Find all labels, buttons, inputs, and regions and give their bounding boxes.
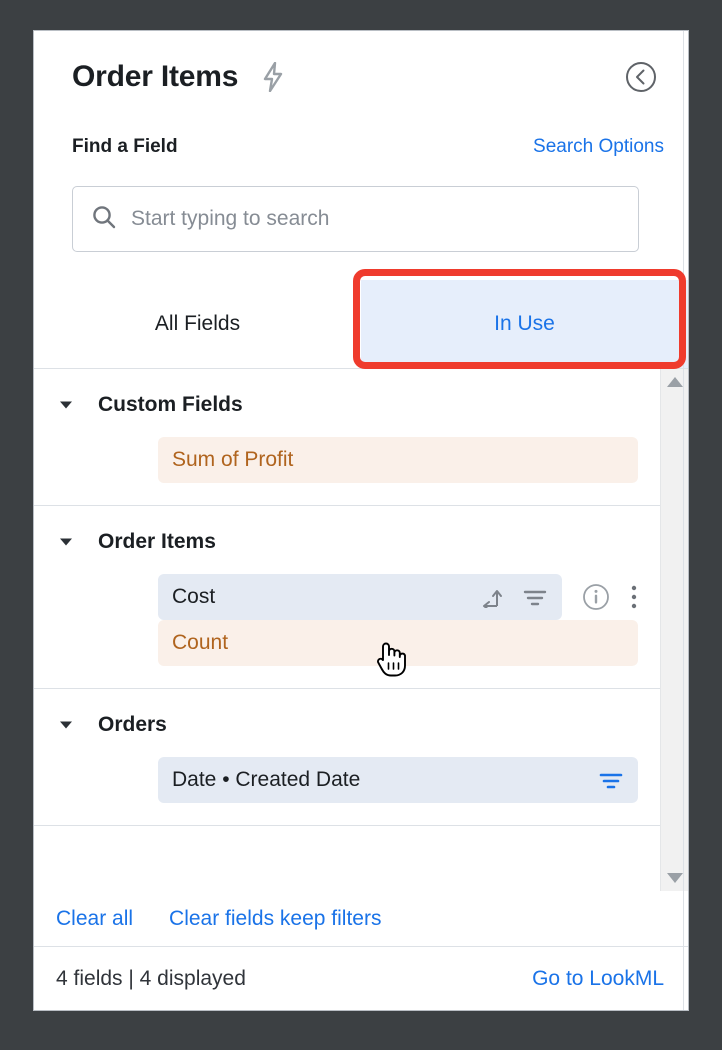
section-title: Custom Fields [98, 393, 243, 416]
clear-actions-bar: Clear all Clear fields keep filters [34, 891, 688, 947]
field-label: Date • Created Date [172, 768, 361, 791]
field-picker-panel: Order Items Find a Field Search Options [33, 30, 689, 1011]
search-container [34, 171, 688, 252]
field-section-order-items: Order Items Cost Count [34, 506, 660, 689]
clear-all-link[interactable]: Clear all [56, 907, 133, 931]
field-list-area: Custom Fields Sum of Profit Order Items … [34, 369, 688, 891]
section-fields: Cost Count [34, 574, 660, 666]
field-pill-sum-of-profit[interactable]: Sum of Profit [158, 437, 638, 483]
clear-fields-keep-filters-link[interactable]: Clear fields keep filters [169, 907, 381, 931]
field-pill-count[interactable]: Count [158, 620, 638, 666]
tab-in-use[interactable]: In Use [361, 280, 688, 368]
go-to-lookml-link[interactable]: Go to LookML [532, 967, 664, 991]
panel-footer: 4 fields | 4 displayed Go to LookML [34, 947, 688, 1010]
field-row: Cost [158, 574, 638, 620]
filter-icon[interactable] [522, 587, 548, 607]
section-header-order-items[interactable]: Order Items [34, 524, 660, 560]
section-title: Orders [98, 713, 167, 736]
field-pill-created-date[interactable]: Date • Created Date [158, 757, 638, 803]
field-row: Date • Created Date [158, 757, 638, 803]
info-icon[interactable] [582, 583, 610, 611]
search-input[interactable] [131, 207, 620, 231]
field-scope-tabs: All Fields In Use [34, 269, 688, 369]
field-row: Sum of Profit [158, 437, 638, 483]
section-title: Order Items [98, 530, 216, 553]
field-pill-actions [480, 586, 548, 608]
tab-all-fields[interactable]: All Fields [34, 280, 361, 368]
scroll-up-arrow-icon[interactable] [666, 375, 684, 389]
pivot-icon[interactable] [480, 586, 504, 608]
section-header-orders[interactable]: Orders [34, 707, 660, 743]
section-fields: Sum of Profit [34, 437, 660, 483]
scroll-down-arrow-icon[interactable] [666, 871, 684, 885]
find-field-label: Find a Field [72, 136, 178, 157]
field-pill-cost[interactable]: Cost [158, 574, 562, 620]
search-icon [91, 204, 117, 235]
section-fields: Date • Created Date [34, 757, 660, 803]
field-pill-actions [598, 770, 624, 790]
field-label: Cost [172, 585, 216, 608]
field-count-status: 4 fields | 4 displayed [56, 966, 246, 990]
panel-right-divider [683, 31, 684, 1010]
chevron-down-icon [58, 397, 74, 413]
filter-icon-active[interactable] [598, 770, 624, 790]
search-options-link[interactable]: Search Options [533, 136, 664, 158]
page-title: Order Items [72, 60, 239, 93]
overflow-menu-icon[interactable] [630, 583, 638, 611]
chevron-down-icon [58, 717, 74, 733]
find-field-row: Find a Field Search Options [34, 123, 688, 171]
chevron-down-icon [58, 534, 74, 550]
field-section-custom-fields: Custom Fields Sum of Profit [34, 369, 660, 506]
field-list: Custom Fields Sum of Profit Order Items … [34, 369, 660, 891]
collapse-panel-button[interactable] [625, 61, 657, 93]
field-row: Count [158, 620, 638, 666]
field-section-orders: Orders Date • Created Date [34, 689, 660, 826]
field-label: Sum of Profit [172, 448, 294, 471]
field-row-actions [582, 583, 638, 611]
search-box[interactable] [72, 186, 639, 252]
lightning-bolt-icon [262, 62, 284, 92]
section-header-custom-fields[interactable]: Custom Fields [34, 387, 660, 423]
panel-header: Order Items [34, 31, 688, 123]
field-label: Count [172, 631, 229, 654]
